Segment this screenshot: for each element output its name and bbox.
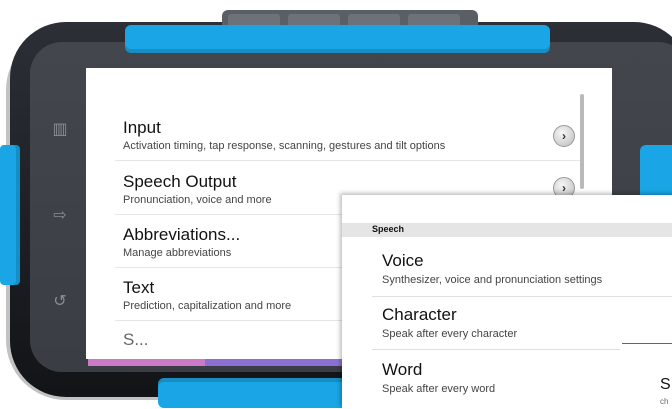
- speech-item-word[interactable]: Word Speak after every word: [382, 360, 672, 396]
- chevron-right-icon[interactable]: ›: [553, 125, 575, 147]
- item-title: Speech Output: [123, 172, 237, 191]
- settings-item-input[interactable]: Input Activation timing, tap response, s…: [123, 118, 563, 153]
- case-blue-side-left: [0, 145, 20, 285]
- speech-settings-panel: Speech Voice Synthesizer, voice and pron…: [342, 195, 672, 409]
- item-title: Voice: [382, 251, 424, 270]
- item-title: Word: [382, 360, 423, 379]
- section-header-label: Speech: [372, 224, 405, 234]
- speech-item-character[interactable]: Character Speak after every character: [382, 305, 672, 341]
- item-subtitle: Synthesizer, voice and pronunciation set…: [382, 274, 603, 286]
- item-subtitle: Speak after every character: [382, 328, 518, 340]
- section-header: Speech: [342, 223, 672, 237]
- menu-icon[interactable]: ▥: [48, 118, 72, 142]
- item-title: Input: [123, 118, 161, 137]
- divider: [622, 343, 672, 344]
- item-subtitle: Activation timing, tap response, scannin…: [123, 140, 446, 152]
- speech-item-voice[interactable]: Voice Synthesizer, voice and pronunciati…: [382, 251, 672, 287]
- case-blue-bar-top: [125, 25, 550, 53]
- divider: [372, 296, 672, 297]
- item-title: Character: [382, 305, 457, 324]
- scrollbar[interactable]: [580, 94, 584, 189]
- back-icon[interactable]: ⇨: [48, 204, 72, 228]
- return-icon[interactable]: ↺: [48, 290, 72, 314]
- divider: [115, 160, 580, 161]
- item-subtitle: Speak after every word: [382, 383, 496, 395]
- keyboard-color-strip: [88, 358, 348, 366]
- partial-item-title: S: [660, 376, 671, 393]
- partial-item-subtitle: ch: [660, 397, 669, 406]
- divider: [372, 349, 620, 350]
